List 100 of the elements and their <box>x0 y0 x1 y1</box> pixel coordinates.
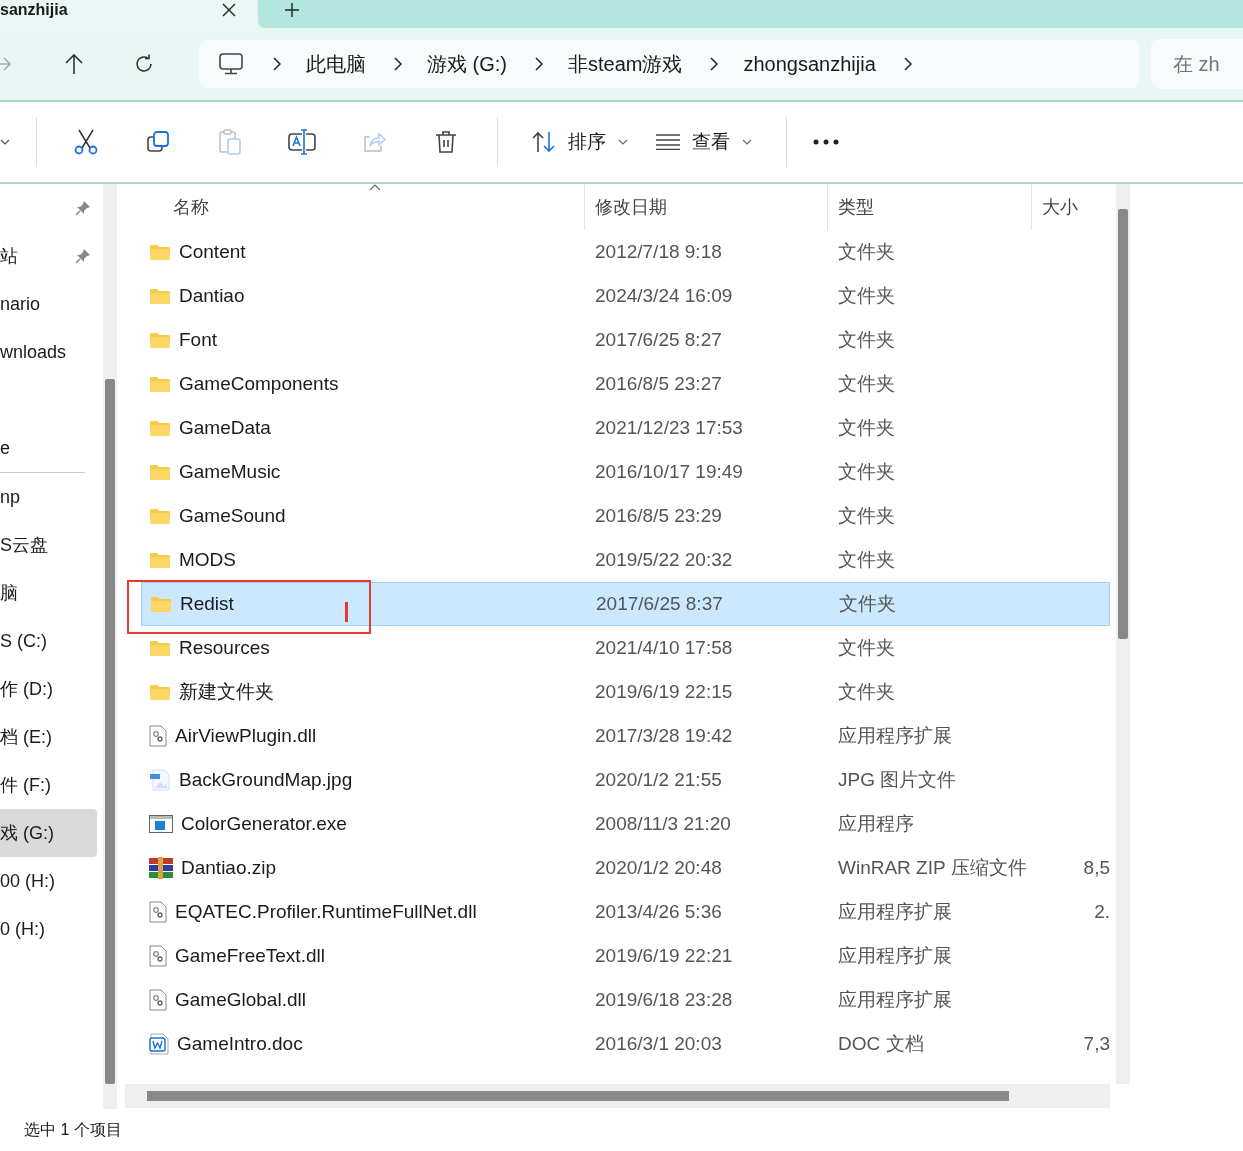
chevron-icon <box>903 57 912 71</box>
monitor-icon <box>219 53 243 75</box>
address-bar[interactable]: 此电脑 游戏 (G:) 非steam游戏 zhongsanzhijia <box>199 40 1139 88</box>
file-name: GameSound <box>179 505 286 527</box>
sidebar-item[interactable]: np <box>0 473 97 521</box>
tab-title: sanzhijia <box>0 1 68 19</box>
file-row[interactable]: GameMusic 2016/10/17 19:49 文件夹 <box>141 450 1110 494</box>
refresh-icon[interactable] <box>134 54 154 74</box>
caret-icon <box>742 139 752 145</box>
folder-icon <box>149 507 171 525</box>
file-row[interactable]: Content 2012/7/18 9:18 文件夹 <box>141 230 1110 274</box>
breadcrumb[interactable]: 此电脑 <box>306 50 366 78</box>
file-row[interactable]: GameData 2021/12/23 17:53 文件夹 <box>141 406 1110 450</box>
file-name: BackGroundMap.jpg <box>179 769 353 791</box>
date-cell-text: 2019/6/18 23:28 <box>594 989 734 1011</box>
pin-icon <box>75 200 91 216</box>
scrollbar[interactable] <box>125 1084 1110 1108</box>
file-row[interactable]: GameIntro.doc 2016/3/1 20:03 DOC 文档 7,3 <box>141 1022 1110 1066</box>
file-name: AirViewPlugin.dll <box>175 725 317 747</box>
file-row[interactable]: Resources 2021/4/10 17:58 文件夹 <box>141 626 1110 670</box>
file-row[interactable]: BackGroundMap.jpg 2020/1/2 21:55 JPG 图片文件 <box>141 758 1110 802</box>
file-row[interactable]: Font 2017/6/25 8:27 文件夹 <box>141 318 1110 362</box>
file-name: GameFreeText.dll <box>175 945 325 967</box>
column-header[interactable]: 修改日期 <box>585 184 828 230</box>
column-header[interactable]: 名称 <box>125 184 585 230</box>
close-icon[interactable] <box>222 3 236 17</box>
file-name: Dantiao <box>179 285 245 307</box>
file-name: EQATEC.Profiler.RuntimeFullNet.dll <box>175 901 477 923</box>
settings-file-icon <box>149 945 167 967</box>
file-row[interactable]: 新建文件夹 2019/6/19 22:15 文件夹 <box>141 670 1110 714</box>
type-cell-text: 文件夹 <box>837 284 896 308</box>
sidebar-item[interactable]: 件 (F:) <box>0 761 97 809</box>
scrollbar-thumb[interactable] <box>1118 209 1128 639</box>
type-cell-text: WinRAR ZIP 压缩文件 <box>837 856 1028 880</box>
file-row[interactable]: ColorGenerator.exe 2008/11/3 21:20 应用程序 <box>141 802 1110 846</box>
sidebar-item[interactable]: S (C:) <box>0 617 97 665</box>
sidebar-item[interactable]: e <box>0 424 97 472</box>
file-row[interactable]: GameSound 2016/8/5 23:29 文件夹 <box>141 494 1110 538</box>
folder-icon <box>149 639 171 657</box>
file-name: Redist <box>180 593 234 615</box>
sidebar-item[interactable]: 档 (E:) <box>0 713 97 761</box>
size-cell-text: 7,3 <box>1082 1033 1110 1055</box>
view-button[interactable]: 查看 <box>648 123 760 161</box>
file-name: Font <box>179 329 218 351</box>
settings-file-icon <box>149 901 167 923</box>
sidebar-item[interactable]: 作 (D:) <box>0 665 97 713</box>
more-icon[interactable] <box>813 139 839 145</box>
sidebar-item[interactable]: 戏 (G:) <box>0 809 97 857</box>
scrollbar-thumb[interactable] <box>147 1091 1009 1101</box>
date-cell-text: 2019/6/19 22:21 <box>594 945 734 967</box>
file-name: GameIntro.doc <box>177 1033 303 1055</box>
file-row[interactable]: Dantiao.zip 2020/1/2 20:48 WinRAR ZIP 压缩文件 8,5 <box>141 846 1110 890</box>
forward-arrow-icon[interactable] <box>0 55 12 73</box>
date-cell-text: 2008/11/3 21:20 <box>594 813 732 835</box>
breadcrumb[interactable]: 游戏 (G:) <box>427 50 507 78</box>
file-name: MODS <box>179 549 236 571</box>
search-field[interactable]: 在 zh <box>1151 39 1243 89</box>
date-cell-text: 2016/3/1 20:03 <box>594 1033 723 1055</box>
breadcrumb[interactable]: 非steam游戏 <box>568 50 683 78</box>
sidebar-item[interactable]: 0 (H:) <box>0 905 97 953</box>
sidebar-item[interactable]: 站 <box>0 232 97 280</box>
sidebar-item[interactable]: nario <box>0 280 97 328</box>
file-row[interactable]: MODS 2019/5/22 20:32 文件夹 <box>141 538 1110 582</box>
type-cell-text: 文件夹 <box>837 548 896 572</box>
pin-icon <box>75 248 91 264</box>
file-row[interactable]: Dantiao 2024/3/24 16:09 文件夹 <box>141 274 1110 318</box>
scrollbar-thumb[interactable] <box>105 379 115 1084</box>
sidebar-item[interactable]: S云盘 <box>0 521 97 569</box>
archive-icon <box>149 857 173 879</box>
breadcrumb[interactable]: zhongsanzhijia <box>743 52 876 76</box>
application-icon <box>149 815 173 833</box>
type-cell-text: 文件夹 <box>837 328 896 352</box>
folder-icon <box>149 683 171 701</box>
image-file-icon <box>149 769 171 791</box>
file-row[interactable]: Redist 2017/6/25 8:37 文件夹 <box>141 582 1110 626</box>
date-cell-text: 2016/8/5 23:29 <box>594 505 723 527</box>
caret-icon <box>618 139 628 145</box>
sort-button[interactable]: 排序 <box>524 123 636 161</box>
type-cell-text: DOC 文档 <box>837 1032 925 1056</box>
column-header[interactable]: 大小 <box>1032 184 1110 230</box>
scrollbar[interactable] <box>103 184 117 1109</box>
sidebar-item[interactable]: 00 (H:) <box>0 857 97 905</box>
plus-icon[interactable] <box>284 2 300 18</box>
file-row[interactable]: AirViewPlugin.dll 2017/3/28 19:42 应用程序扩展 <box>141 714 1110 758</box>
up-arrow-icon[interactable] <box>64 53 84 75</box>
folder-icon <box>149 375 171 393</box>
sidebar-item[interactable]: 脑 <box>0 569 97 617</box>
file-row[interactable]: EQATEC.Profiler.RuntimeFullNet.dll 2013/4/26 5:36 应用程序扩展 2. <box>141 890 1110 934</box>
caret-icon[interactable] <box>0 139 10 145</box>
type-cell-text: 应用程序扩展 <box>837 988 953 1012</box>
file-row[interactable]: GameComponents 2016/8/5 23:27 文件夹 <box>141 362 1110 406</box>
file-row[interactable]: GameGlobal.dll 2019/6/18 23:28 应用程序扩展 <box>141 978 1110 1022</box>
type-cell-text: 文件夹 <box>837 372 896 396</box>
window-tab[interactable]: sanzhijia <box>0 0 258 28</box>
type-cell-text: 应用程序扩展 <box>837 724 953 748</box>
scrollbar[interactable] <box>1116 184 1130 1084</box>
column-header[interactable]: 类型 <box>828 184 1032 230</box>
file-row[interactable]: GameFreeText.dll 2019/6/19 22:21 应用程序扩展 <box>141 934 1110 978</box>
type-cell-text: 文件夹 <box>837 416 896 440</box>
sidebar-item[interactable]: wnloads <box>0 328 97 376</box>
